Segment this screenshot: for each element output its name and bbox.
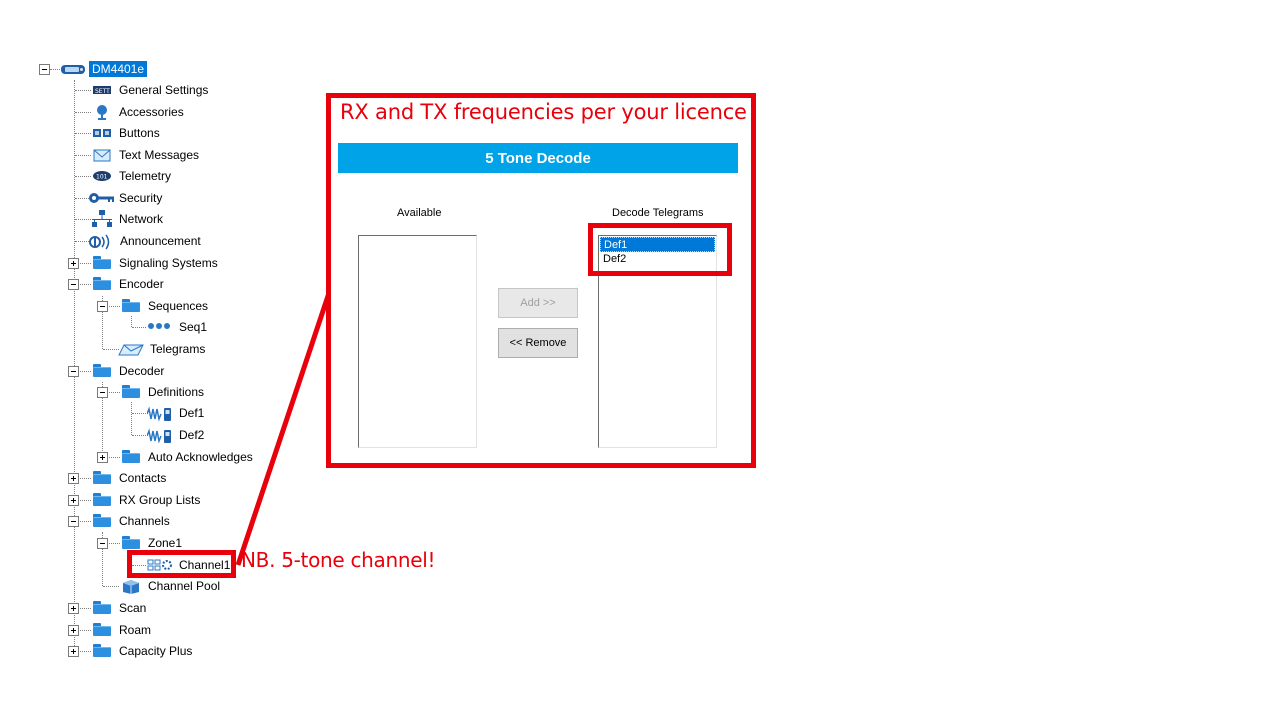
available-listbox[interactable] [358,235,477,448]
available-label: Available [397,207,442,219]
add-button[interactable]: Add >> [498,288,578,318]
channel1-highlight-frame [127,550,236,578]
remove-button[interactable]: << Remove [498,328,578,358]
callout-title: RX and TX frequencies per your licence [340,100,747,124]
decode-telegrams-label: Decode Telegrams [612,207,704,219]
panel-header: 5 Tone Decode [338,143,738,173]
decode-items-highlight-frame [588,223,732,276]
callout-note: NB. 5-tone channel! [241,548,436,572]
